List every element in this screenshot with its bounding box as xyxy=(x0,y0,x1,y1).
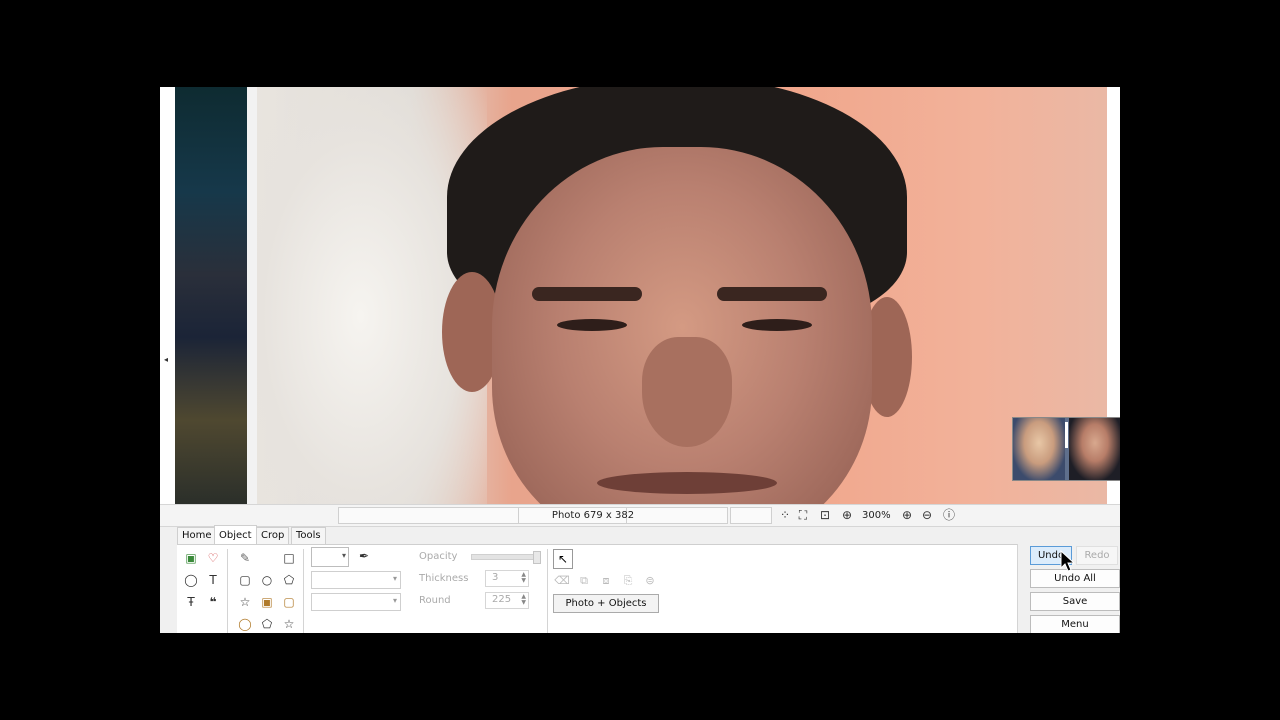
chevron-down-icon: ▾ xyxy=(392,596,397,605)
round-label: Round xyxy=(419,595,451,606)
dropdown-arrow-icon: ▾ xyxy=(341,551,346,560)
redo-button[interactable]: Redo xyxy=(1076,546,1118,565)
stepper-arrows-icon[interactable]: ▲ ▼ xyxy=(521,594,526,606)
select-pointer-icon[interactable]: ↖ xyxy=(553,549,573,569)
menu-button[interactable]: Menu xyxy=(1030,615,1120,633)
filled-rounded-rect-icon[interactable]: ▢ xyxy=(280,593,298,611)
quote-icon[interactable]: ❝ xyxy=(204,593,222,611)
actual-size-icon[interactable]: ⊡ xyxy=(818,508,832,522)
eyedropper-icon[interactable]: ✒ xyxy=(355,547,373,565)
panel-collapse-handle[interactable]: ◂ xyxy=(164,355,168,365)
viewport-indicator xyxy=(1065,422,1068,448)
save-button[interactable]: Save xyxy=(1030,592,1120,611)
tab-object[interactable]: Object xyxy=(214,525,257,545)
zoom-level: 300% xyxy=(862,510,891,521)
filled-circle-icon[interactable]: ◯ xyxy=(236,615,254,633)
circle-shape-icon[interactable]: ○ xyxy=(258,571,276,589)
tab-tools[interactable]: Tools xyxy=(291,527,326,544)
status-bar: Photo 679 x 382 ⁘ ⛶ ⊡ ⊕ 300% ⊕ ⊖ ⓘ xyxy=(160,504,1120,527)
round-stepper[interactable]: 225 ▲ ▼ xyxy=(485,592,529,609)
zoom-in-icon[interactable]: ⊕ xyxy=(900,508,914,522)
info-icon[interactable]: ⓘ xyxy=(942,508,956,522)
previous-image-strip[interactable] xyxy=(175,87,247,504)
text-icon[interactable]: T xyxy=(204,571,222,589)
photo-editor-window: ◂ Photo 679 x 382 ⁘ ⛶ ⊡ ⊕ 300% ⊕ ⊖ ⓘ Hom… xyxy=(160,87,1120,633)
photo-dimensions: Photo 679 x 382 xyxy=(551,510,635,521)
opacity-slider[interactable] xyxy=(471,551,541,564)
thickness-stepper[interactable]: 3 ▲ ▼ xyxy=(485,570,529,587)
tab-crop[interactable]: Crop xyxy=(256,527,290,544)
magic-wand-icon[interactable]: ✎ xyxy=(236,549,254,567)
stepper-arrows-icon[interactable]: ▲ ▼ xyxy=(521,572,526,584)
fit-grid-icon[interactable]: ⁘ xyxy=(778,508,792,522)
chevron-down-icon: ▾ xyxy=(392,574,397,583)
duplicate-object-icon[interactable]: ⎘ xyxy=(619,573,637,589)
navigator-thumbnail[interactable] xyxy=(1012,417,1120,481)
fill-style-dropdown[interactable]: ▾ xyxy=(311,593,401,611)
opacity-slider-knob[interactable] xyxy=(533,551,541,564)
thickness-label: Thickness xyxy=(419,573,469,584)
photo-objects-button[interactable]: Photo + Objects xyxy=(553,594,659,613)
color-picker[interactable]: ▾ xyxy=(311,547,349,567)
filled-rect-icon[interactable]: ▣ xyxy=(258,593,276,611)
text-style-icon[interactable]: Ŧ xyxy=(182,593,200,611)
speech-bubble-icon[interactable]: ◯ xyxy=(182,571,200,589)
line-style-dropdown[interactable]: ▾ xyxy=(311,571,401,589)
fit-to-window-icon[interactable]: ⛶ xyxy=(796,508,810,522)
insert-heart-icon[interactable]: ♡ xyxy=(204,549,222,567)
tab-home[interactable]: Home xyxy=(177,527,217,544)
rectangle-shape-icon[interactable]: □ xyxy=(280,549,298,567)
pentagon-shape-icon[interactable]: ⬠ xyxy=(280,571,298,589)
image-canvas[interactable]: ◂ xyxy=(160,87,1120,504)
object-ribbon: ▣ ♡ ◯ T Ŧ ❝ ✎ □ ▢ ○ ⬠ ☆ ▣ ▢ ◯ ⬠ ☆ ▾ ✒ ▾ … xyxy=(177,544,1017,633)
mouse-cursor-icon xyxy=(1060,550,1076,572)
photo-image[interactable] xyxy=(257,87,1107,504)
lock-object-icon[interactable]: ⊜ xyxy=(641,573,659,589)
delete-object-icon[interactable]: ⌫ xyxy=(553,573,571,589)
star-shape-icon[interactable]: ☆ xyxy=(236,593,254,611)
filled-pentagon-icon[interactable]: ⬠ xyxy=(258,615,276,633)
zoom-out-icon[interactable]: ⊖ xyxy=(920,508,934,522)
insert-image-icon[interactable]: ▣ xyxy=(182,549,200,567)
strip-gap xyxy=(247,87,257,504)
send-backward-icon[interactable]: ⧈ xyxy=(597,573,615,589)
rounded-rect-icon[interactable]: ▢ xyxy=(236,571,254,589)
zoom-fit-icon[interactable]: ⊕ xyxy=(840,508,854,522)
filled-star-icon[interactable]: ☆ xyxy=(280,615,298,633)
bring-forward-icon[interactable]: ⧉ xyxy=(575,573,593,589)
opacity-label: Opacity xyxy=(419,551,458,562)
